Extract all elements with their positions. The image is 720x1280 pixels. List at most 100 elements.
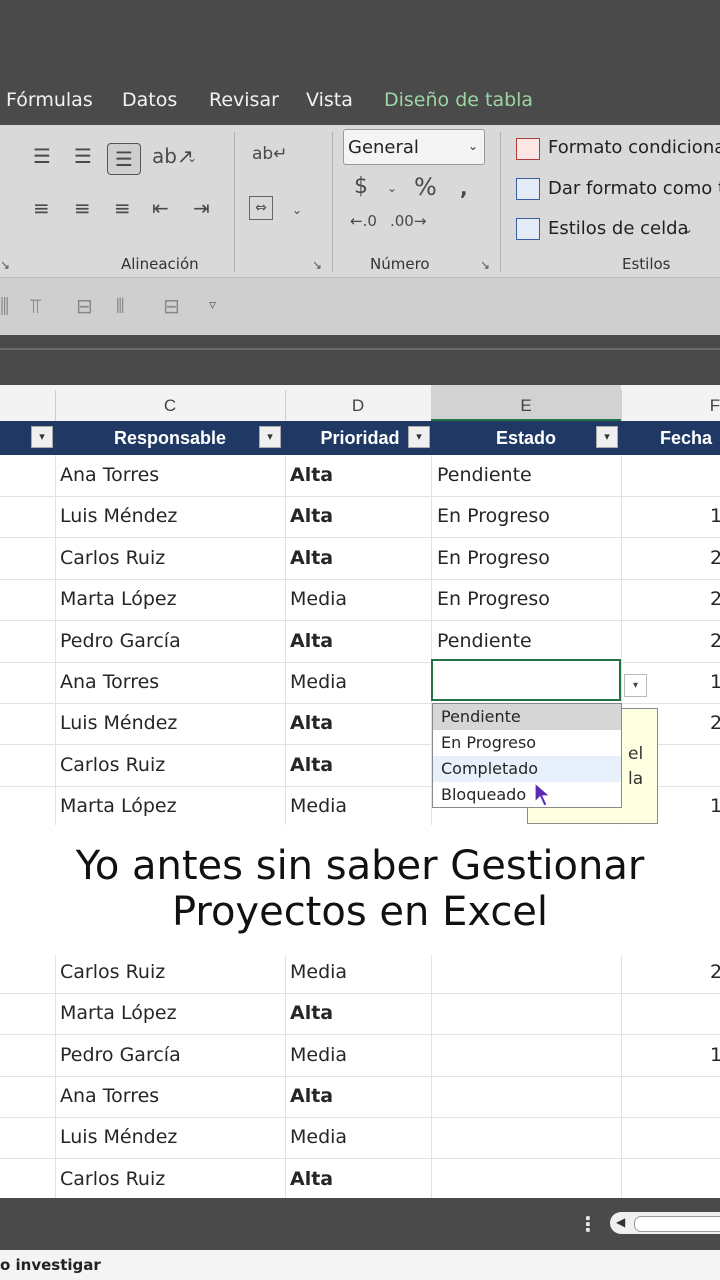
- comma-style-icon[interactable]: ,: [460, 178, 468, 198]
- cell-prioridad[interactable]: Alta: [290, 496, 333, 537]
- cell-prioridad[interactable]: Media: [290, 579, 347, 620]
- cell-prioridad[interactable]: Alta: [290, 621, 333, 662]
- increase-decimal-icon[interactable]: ←.0: [350, 214, 377, 229]
- scrollbar-thumb[interactable]: [634, 1216, 720, 1232]
- cell-responsable[interactable]: Marta López: [60, 579, 177, 620]
- cell-fecha[interactable]: 1: [710, 786, 720, 827]
- filter-dropdown-icon[interactable]: ▾: [408, 426, 430, 448]
- cell-fecha[interactable]: 2: [710, 703, 720, 744]
- cell-fecha[interactable]: 2: [710, 538, 720, 579]
- chevron-down-icon[interactable]: ⌄: [187, 152, 197, 164]
- wrap-text-icon[interactable]: ab↵: [252, 146, 287, 163]
- merge-center-icon[interactable]: ⇔: [249, 196, 273, 220]
- cell-responsable[interactable]: Ana Torres: [60, 455, 159, 496]
- cell-fecha[interactable]: 1: [710, 662, 720, 703]
- cell-estado[interactable]: En Progreso: [437, 579, 550, 620]
- cell-estado[interactable]: Pendiente: [437, 455, 532, 496]
- cell-prioridad[interactable]: Alta: [290, 1076, 333, 1117]
- cell-prioridad[interactable]: Media: [290, 786, 347, 827]
- cell-responsable[interactable]: Ana Torres: [60, 662, 159, 703]
- align-left-icon[interactable]: ≡: [33, 198, 50, 218]
- percent-icon[interactable]: %: [414, 175, 437, 199]
- conditional-format-button[interactable]: Formato condicional: [548, 137, 720, 158]
- align-top-edge-icon[interactable]: ⫪: [30, 296, 41, 316]
- cell-estado[interactable]: Pendiente: [437, 621, 532, 662]
- column-header-e[interactable]: E: [431, 385, 621, 421]
- cell-responsable[interactable]: Luis Méndez: [60, 703, 177, 744]
- tab-diseno-de-tabla[interactable]: Diseño de tabla: [384, 89, 533, 111]
- dialog-launcher-icon[interactable]: ↘: [312, 258, 322, 272]
- decrease-indent-icon[interactable]: ⇤: [152, 198, 169, 218]
- scroll-left-icon[interactable]: ◀: [616, 1215, 625, 1229]
- cell-fecha[interactable]: 2: [710, 621, 720, 662]
- chevron-down-icon[interactable]: ⌄: [292, 204, 302, 216]
- align-center-icon[interactable]: ≡: [74, 198, 91, 218]
- cell-responsable[interactable]: Pedro García: [60, 621, 181, 662]
- align-top-icon[interactable]: ☰: [33, 146, 51, 166]
- more-options-icon[interactable]: ⋮: [578, 1212, 598, 1236]
- filter-dropdown-icon[interactable]: ▾: [596, 426, 618, 448]
- dropdown-option-completado[interactable]: Completado: [433, 756, 621, 782]
- dialog-launcher-icon[interactable]: ↘: [480, 258, 490, 272]
- cell-responsable[interactable]: Carlos Ruiz: [60, 952, 165, 993]
- align-middle-edge-icon[interactable]: ⊟: [76, 296, 93, 316]
- cell-responsable[interactable]: Carlos Ruiz: [60, 745, 165, 786]
- cell-styles-button[interactable]: Estilos de celda: [548, 218, 689, 239]
- cell-prioridad[interactable]: Media: [290, 1117, 347, 1158]
- cell-fecha[interactable]: 2: [710, 952, 720, 993]
- align-bottom-icon[interactable]: ☰: [107, 143, 141, 175]
- tab-datos[interactable]: Datos: [122, 89, 177, 111]
- cell-responsable[interactable]: Carlos Ruiz: [60, 1159, 165, 1200]
- chevron-down-icon[interactable]: ▾: [624, 674, 647, 697]
- cell-responsable[interactable]: Marta López: [60, 786, 177, 827]
- cell-prioridad[interactable]: Media: [290, 952, 347, 993]
- cell-responsable[interactable]: Luis Méndez: [60, 496, 177, 537]
- cell-fecha[interactable]: 2: [710, 579, 720, 620]
- cell-prioridad[interactable]: Alta: [290, 538, 333, 579]
- cell-fecha[interactable]: 1: [710, 496, 720, 537]
- filter-dropdown-icon[interactable]: ▾: [259, 426, 281, 448]
- dialog-launcher-icon[interactable]: ↘: [0, 258, 10, 272]
- column-header-f[interactable]: F: [700, 385, 720, 421]
- cell-prioridad[interactable]: Alta: [290, 993, 333, 1034]
- decrease-decimal-icon[interactable]: .00→: [390, 214, 426, 229]
- number-format-select[interactable]: General ⌄: [343, 129, 485, 165]
- cell-responsable[interactable]: Ana Torres: [60, 1076, 159, 1117]
- column-header-c[interactable]: C: [55, 385, 285, 421]
- cell-prioridad[interactable]: Alta: [290, 1159, 333, 1200]
- align-middle-icon[interactable]: ☰: [74, 146, 92, 166]
- cell-prioridad[interactable]: Alta: [290, 745, 333, 786]
- cell-estado[interactable]: En Progreso: [437, 496, 550, 537]
- distribute-icon[interactable]: ⫼: [0, 296, 9, 316]
- currency-icon[interactable]: $: [354, 176, 368, 198]
- align-right-icon[interactable]: ≡: [114, 198, 131, 218]
- dropdown-option-en-progreso[interactable]: En Progreso: [433, 730, 621, 756]
- cell-responsable[interactable]: Marta López: [60, 993, 177, 1034]
- more-options-icon[interactable]: ▿: [209, 298, 216, 312]
- chevron-down-icon[interactable]: ⌄: [683, 222, 693, 236]
- cell-fecha[interactable]: 1: [710, 1035, 720, 1076]
- column-header-d[interactable]: D: [285, 385, 431, 421]
- tab-vista[interactable]: Vista: [306, 89, 353, 111]
- cell-responsable[interactable]: Luis Méndez: [60, 1117, 177, 1158]
- table-row: Marta López Media En Progreso 2: [0, 579, 720, 621]
- distribute-horizontal-icon[interactable]: ⫴: [116, 296, 124, 316]
- cell-prioridad[interactable]: Media: [290, 662, 347, 703]
- increase-indent-icon[interactable]: ⇥: [193, 198, 210, 218]
- tab-revisar[interactable]: Revisar: [209, 89, 279, 111]
- cell-responsable[interactable]: Carlos Ruiz: [60, 538, 165, 579]
- cell-estado[interactable]: En Progreso: [437, 538, 550, 579]
- dropdown-option-bloqueado[interactable]: Bloqueado: [433, 782, 621, 808]
- cell-prioridad[interactable]: Alta: [290, 703, 333, 744]
- cell-responsable[interactable]: Pedro García: [60, 1035, 181, 1076]
- filter-dropdown-icon[interactable]: ▾: [31, 426, 53, 448]
- dropdown-option-pendiente[interactable]: Pendiente: [433, 704, 621, 730]
- horizontal-scrollbar[interactable]: ◀: [610, 1212, 720, 1234]
- tab-formulas[interactable]: Fórmulas: [6, 89, 93, 111]
- chevron-down-icon[interactable]: ⌄: [387, 182, 397, 194]
- cell-prioridad[interactable]: Media: [290, 1035, 347, 1076]
- align-center-edge-icon[interactable]: ⊟: [163, 296, 180, 316]
- format-as-table-button[interactable]: Dar formato como ta: [548, 178, 720, 199]
- selected-cell[interactable]: [431, 659, 621, 701]
- cell-prioridad[interactable]: Alta: [290, 455, 333, 496]
